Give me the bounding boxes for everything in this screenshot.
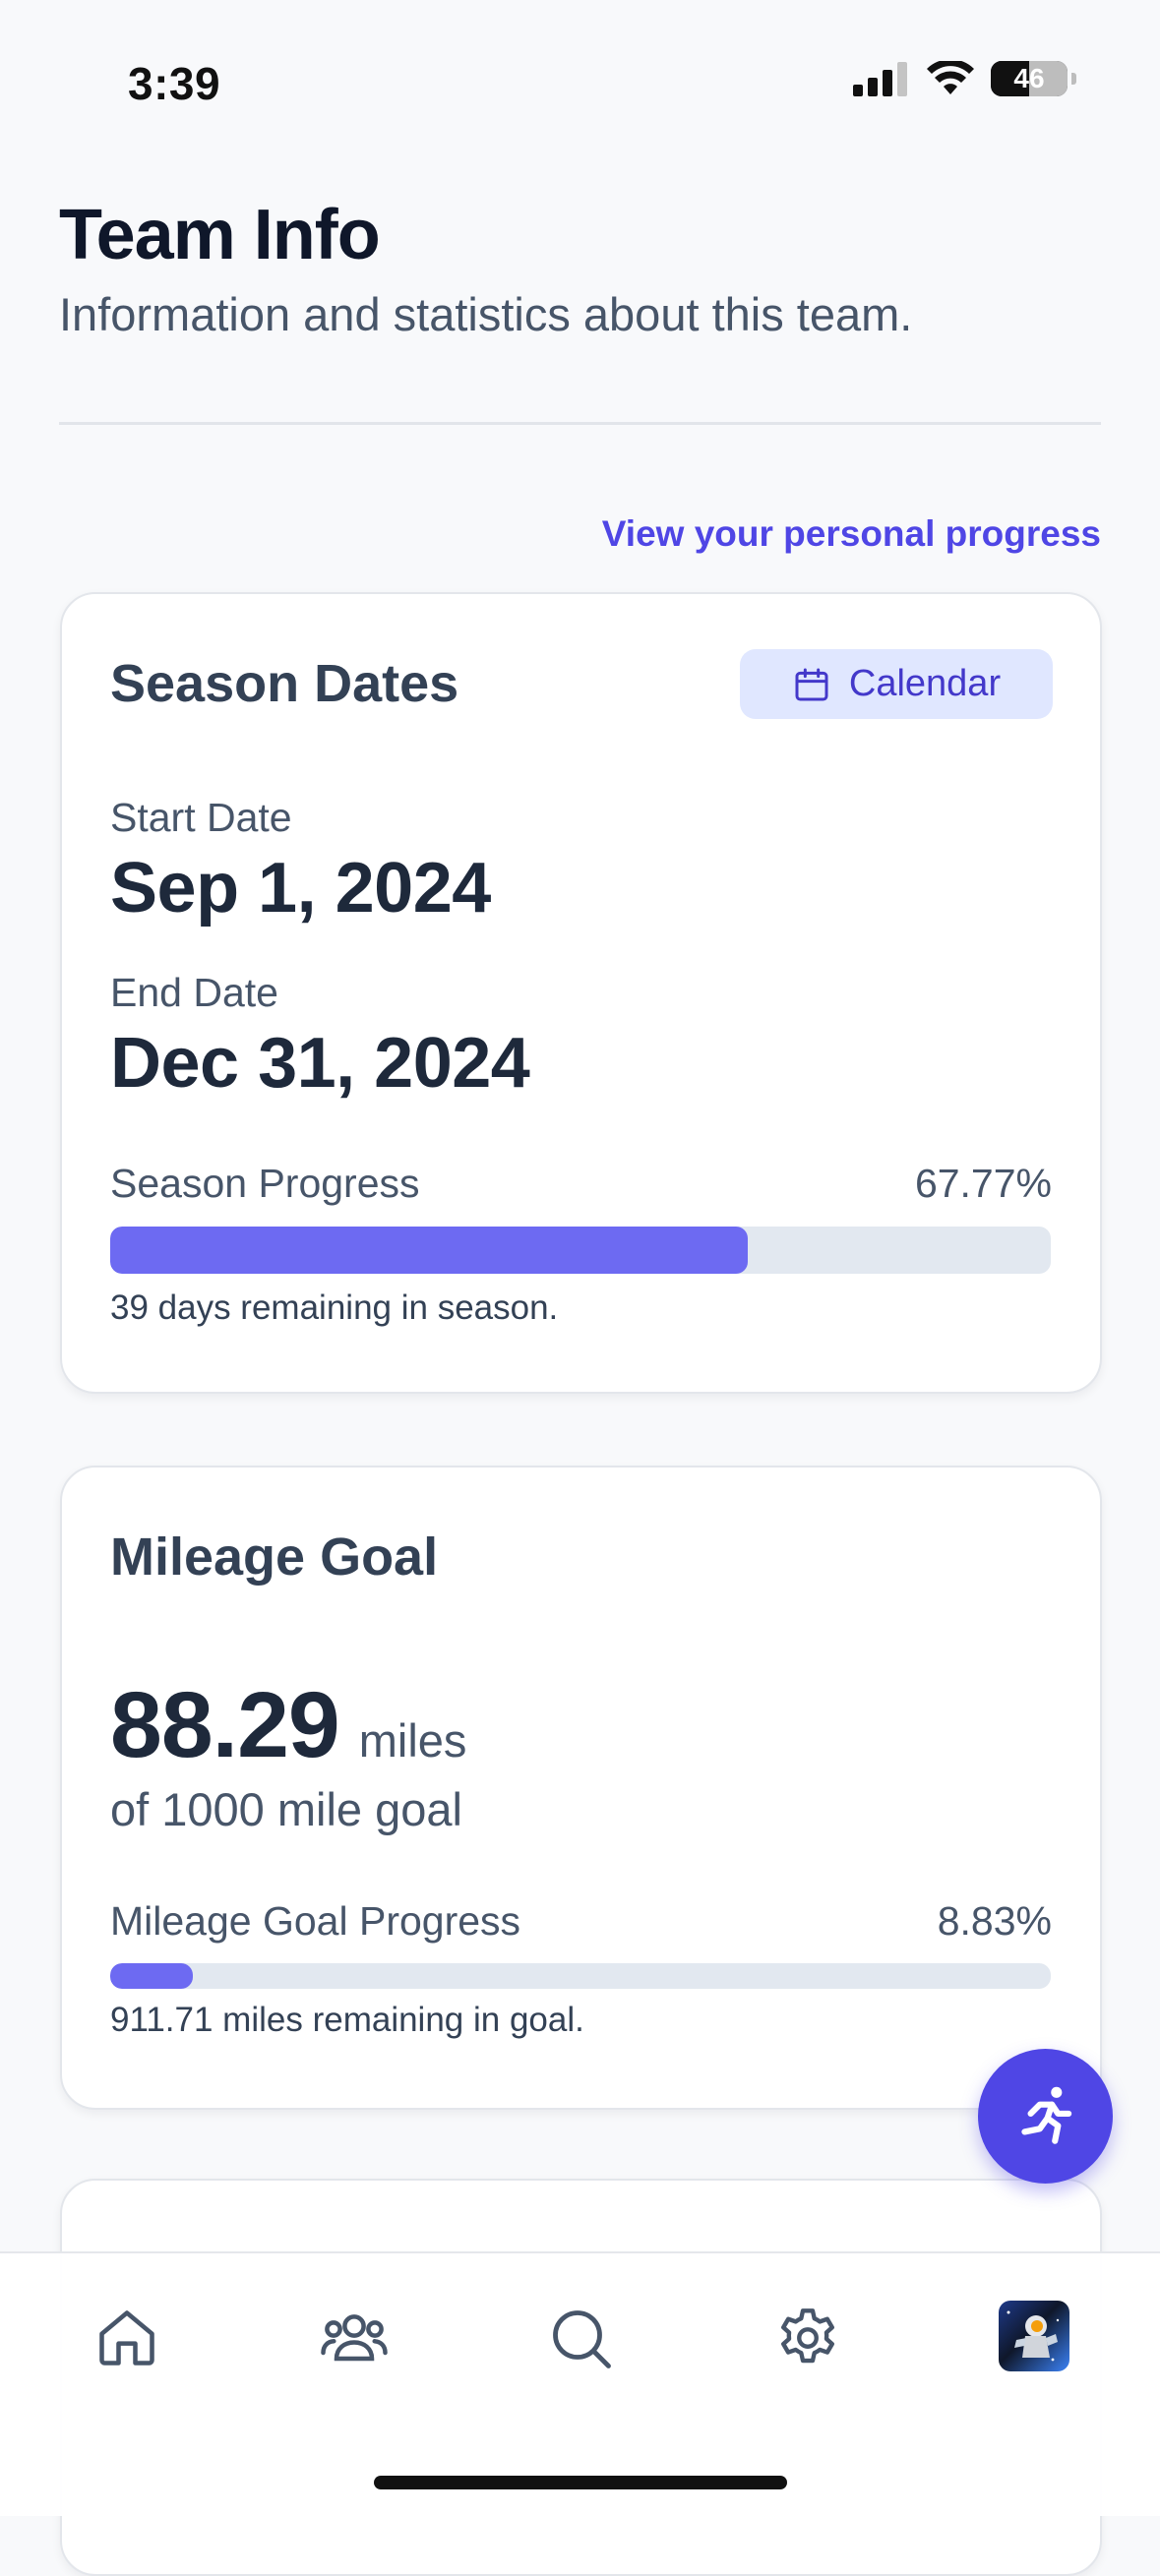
status-time: 3:39 — [128, 58, 221, 109]
mileage-goal-text: of 1000 mile goal — [110, 1783, 462, 1835]
battery-icon: 46 — [991, 61, 1068, 96]
home-indicator — [374, 2476, 787, 2489]
season-dates-title: Season Dates — [110, 654, 459, 713]
mileage-goal-card: Mileage Goal 88.29 miles of 1000 mile go… — [60, 1466, 1102, 2110]
page-title: Team Info — [59, 196, 381, 274]
team-icon — [321, 2314, 388, 2362]
nav-search[interactable] — [541, 2299, 620, 2377]
season-remaining-text: 39 days remaining in season. — [110, 1288, 559, 1327]
wifi-icon — [927, 61, 974, 94]
nav-profile-avatar[interactable] — [999, 2301, 1069, 2371]
settings-icon — [781, 2308, 834, 2364]
mileage-total: 88.29 miles — [110, 1672, 466, 1779]
mileage-progress-bar — [110, 1963, 1051, 1989]
header-divider — [59, 422, 1101, 425]
running-icon — [1020, 2086, 1071, 2144]
mileage-value: 88.29 — [110, 1673, 340, 1777]
season-dates-card: Season Dates Calendar Start Date Sep 1, … — [60, 592, 1102, 1394]
status-icons: 46 — [853, 61, 1076, 96]
astronaut-avatar-icon — [1007, 2310, 1060, 2362]
mileage-progress-fill — [110, 1963, 194, 1989]
start-date-value: Sep 1, 2024 — [110, 849, 491, 928]
mileage-progress-percent: 8.83% — [937, 1898, 1052, 1944]
mileage-remaining-text: 911.71 miles remaining in goal. — [110, 2001, 584, 2039]
end-date-label: End Date — [110, 970, 278, 1015]
home-icon — [99, 2310, 154, 2366]
calendar-icon — [795, 668, 828, 700]
cellular-signal-icon — [853, 62, 907, 96]
end-date-value: Dec 31, 2024 — [110, 1024, 530, 1103]
calendar-button[interactable]: Calendar — [740, 649, 1053, 719]
season-progress-percent: 67.77% — [914, 1161, 1052, 1206]
nav-team[interactable] — [315, 2299, 394, 2377]
mileage-unit: miles — [358, 1714, 467, 1767]
nav-home[interactable] — [88, 2299, 166, 2377]
start-date-label: Start Date — [110, 795, 292, 840]
battery-level: 46 — [1013, 63, 1045, 93]
mileage-progress-label: Mileage Goal Progress — [110, 1898, 521, 1944]
nav-settings[interactable] — [768, 2299, 847, 2377]
personal-progress-link[interactable]: View your personal progress — [602, 513, 1101, 555]
mileage-goal-title: Mileage Goal — [110, 1528, 439, 1587]
season-progress-fill — [110, 1227, 748, 1274]
page-subtitle: Information and statistics about this te… — [59, 288, 913, 340]
search-icon — [553, 2310, 611, 2368]
calendar-button-label: Calendar — [848, 663, 1002, 704]
season-progress-bar — [110, 1227, 1051, 1274]
season-progress-label: Season Progress — [110, 1161, 420, 1206]
log-run-fab[interactable] — [978, 2049, 1113, 2184]
